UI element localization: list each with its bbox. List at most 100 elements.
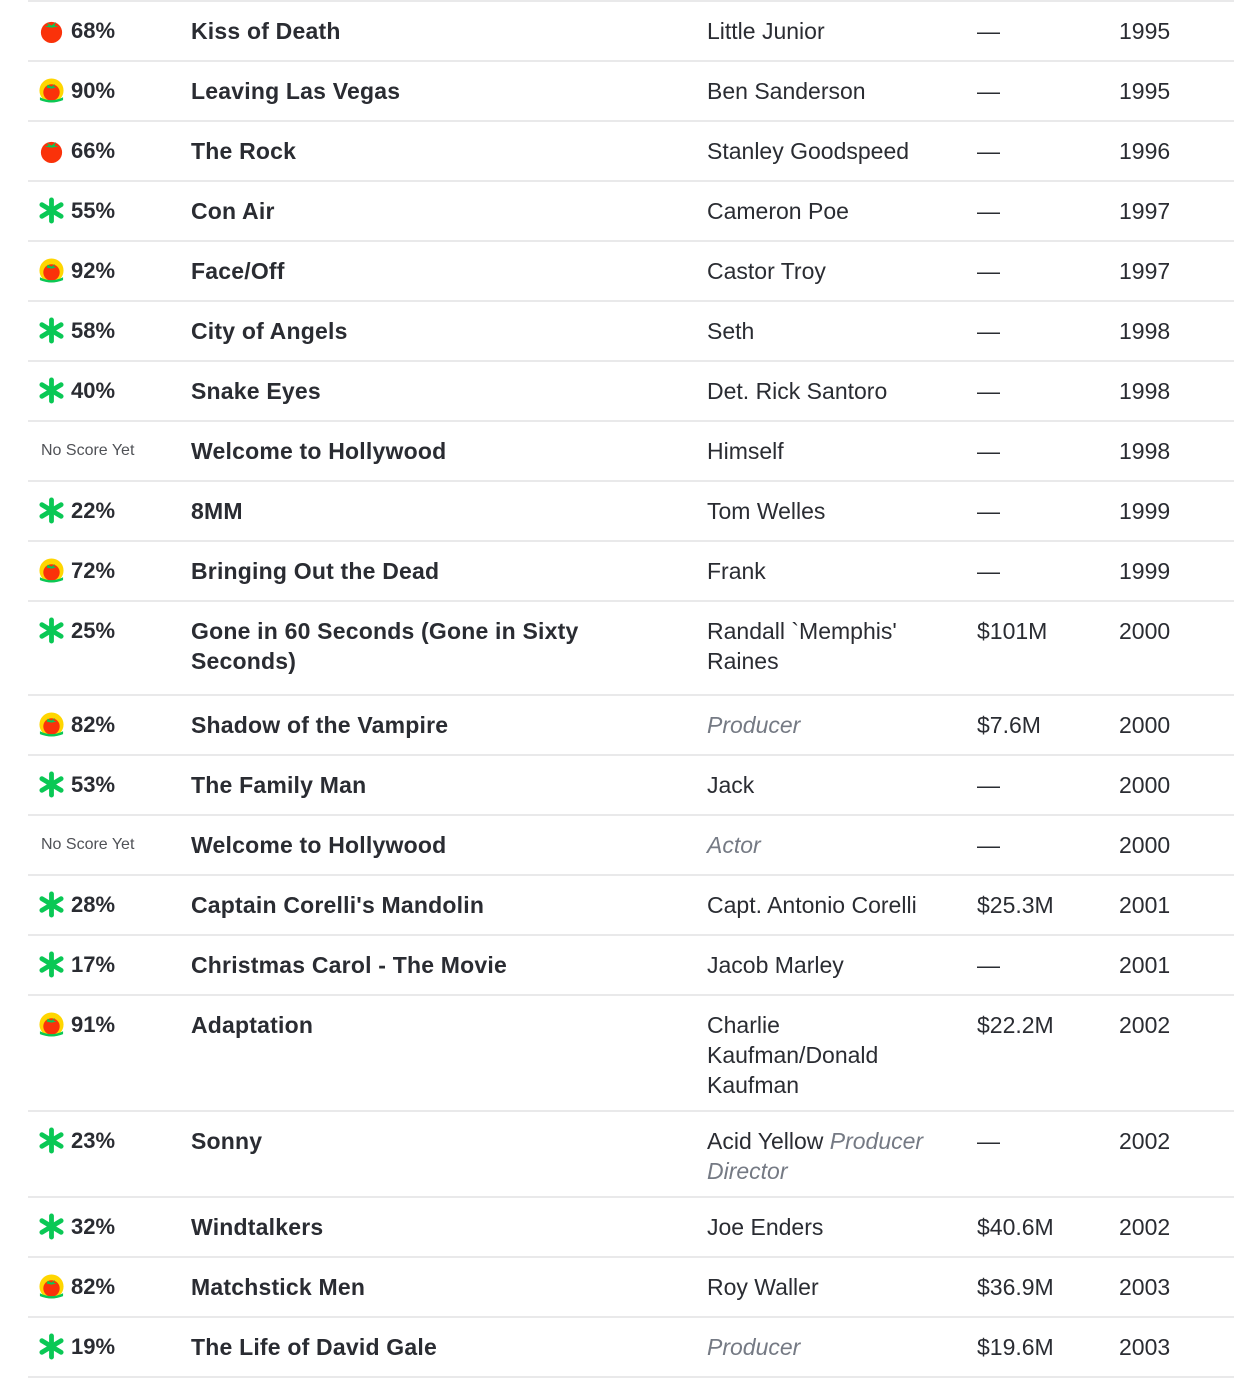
- score-cell: 32%: [38, 1212, 188, 1242]
- release-year: 1995: [1119, 78, 1171, 104]
- filmography-table: 68% Kiss of Death Little Junior — 1995 90% Lea…: [28, 0, 1234, 1378]
- tomato-icon: [38, 17, 65, 44]
- movie-title-link[interactable]: Face/Off: [191, 256, 631, 286]
- credit-cell: Det. Rick Santoro: [707, 376, 957, 406]
- table-row[interactable]: 19% The Life of David Gale Producer $19.6M 2…: [28, 1318, 1234, 1378]
- character-name: Seth: [707, 318, 755, 344]
- movie-title-link[interactable]: Christmas Carol - The Movie: [191, 950, 631, 980]
- table-row[interactable]: 68% Kiss of Death Little Junior — 1995: [28, 2, 1234, 62]
- movie-title-link[interactable]: Sonny: [191, 1126, 631, 1156]
- movie-title-link[interactable]: Kiss of Death: [191, 16, 631, 46]
- movie-title-link[interactable]: Shadow of the Vampire: [191, 710, 631, 740]
- table-row[interactable]: 66% The Rock Stanley Goodspeed — 1996: [28, 122, 1234, 182]
- table-row[interactable]: 55% Con Air Cameron Poe — 1997: [28, 182, 1234, 242]
- character-name: Tom Welles: [707, 498, 826, 524]
- character-name: Cameron Poe: [707, 198, 849, 224]
- box-office-value: —: [977, 1128, 1000, 1154]
- table-row[interactable]: 53% The Family Man Jack — 2000: [28, 756, 1234, 816]
- release-year: 2002: [1119, 1214, 1171, 1240]
- table-row[interactable]: 40% Snake Eyes Det. Rick Santoro — 1998: [28, 362, 1234, 422]
- credit-role: Producer: [707, 712, 801, 738]
- tomatometer-score: 82%: [71, 712, 116, 737]
- character-name: Ben Sanderson: [707, 78, 866, 104]
- box-office-value: $22.2M: [977, 1012, 1054, 1038]
- table-row[interactable]: 91% Adaptation Charlie Kaufman/Donald Kauf…: [28, 996, 1234, 1112]
- table-row[interactable]: 17% Christmas Carol - The Movie Jacob Marl…: [28, 936, 1234, 996]
- character-name: Charlie Kaufman/Donald Kaufman: [707, 1012, 879, 1098]
- table-row[interactable]: 58% City of Angels Seth — 1998: [28, 302, 1234, 362]
- character-name: Acid Yellow: [707, 1128, 824, 1154]
- movie-title-link[interactable]: City of Angels: [191, 316, 631, 346]
- character-name: Randall `Memphis' Raines: [707, 618, 897, 674]
- movie-title-link[interactable]: The Family Man: [191, 770, 631, 800]
- movie-title-link[interactable]: Adaptation: [191, 1010, 631, 1040]
- movie-title-link[interactable]: 8MM: [191, 496, 631, 526]
- table-row[interactable]: 28% Captain Corelli's Mandolin Capt. Anton…: [28, 876, 1234, 936]
- splat-icon: [38, 1126, 65, 1154]
- box-office-value: —: [977, 378, 1000, 404]
- release-year: 2001: [1119, 892, 1171, 918]
- score-cell: 19%: [38, 1332, 188, 1362]
- box-office-value: $19.6M: [977, 1334, 1054, 1360]
- movie-title-link[interactable]: Con Air: [191, 196, 631, 226]
- character-name: Little Junior: [707, 18, 825, 44]
- character-name: Jack: [707, 772, 755, 798]
- release-year: 1997: [1119, 198, 1171, 224]
- movie-title-link[interactable]: The Life of David Gale: [191, 1332, 631, 1362]
- character-name: Roy Waller: [707, 1274, 819, 1300]
- movie-title-link[interactable]: Matchstick Men: [191, 1272, 631, 1302]
- certified-fresh-icon: [38, 1273, 65, 1300]
- box-office-value: —: [977, 952, 1000, 978]
- box-office-value: —: [977, 438, 1000, 464]
- release-year: 1995: [1119, 18, 1171, 44]
- table-row[interactable]: No Score Yet Welcome to Hollywood Actor — 20…: [28, 816, 1234, 876]
- tomatometer-score: 23%: [71, 1128, 116, 1153]
- box-office-value: —: [977, 258, 1000, 284]
- credit-cell: Cameron Poe: [707, 196, 957, 226]
- box-office-value: —: [977, 198, 1000, 224]
- table-row[interactable]: 92% Face/Off Castor Troy — 1997: [28, 242, 1234, 302]
- certified-fresh-icon: [38, 77, 65, 104]
- score-cell: 22%: [38, 496, 188, 526]
- movie-title-link[interactable]: The Rock: [191, 136, 631, 166]
- tomatometer-score: 53%: [71, 772, 116, 797]
- score-cell: 90%: [38, 76, 188, 106]
- table-row[interactable]: 32% Windtalkers Joe Enders $40.6M 2002: [28, 1198, 1234, 1258]
- splat-icon: [38, 376, 65, 404]
- tomatometer-score: 25%: [71, 618, 116, 643]
- table-row[interactable]: 25% Gone in 60 Seconds (Gone in Sixty Sec…: [28, 602, 1234, 696]
- movie-title-link[interactable]: Gone in 60 Seconds (Gone in Sixty Second…: [191, 616, 631, 676]
- table-row[interactable]: 90% Leaving Las Vegas Ben Sanderson — 1995: [28, 62, 1234, 122]
- box-office-value: $7.6M: [977, 712, 1041, 738]
- score-cell: 91%: [38, 1010, 188, 1040]
- movie-title-link[interactable]: Snake Eyes: [191, 376, 631, 406]
- movie-title-link[interactable]: Bringing Out the Dead: [191, 556, 631, 586]
- release-year: 2001: [1119, 952, 1171, 978]
- movie-title-link[interactable]: Windtalkers: [191, 1212, 631, 1242]
- certified-fresh-icon: [38, 257, 65, 284]
- character-name: Frank: [707, 558, 766, 584]
- tomatometer-score: 58%: [71, 318, 116, 343]
- splat-icon: [38, 316, 65, 344]
- release-year: 1998: [1119, 438, 1171, 464]
- credit-cell: Castor Troy: [707, 256, 957, 286]
- table-row[interactable]: No Score Yet Welcome to Hollywood Himself —…: [28, 422, 1234, 482]
- movie-title-link[interactable]: Captain Corelli's Mandolin: [191, 890, 631, 920]
- tomatometer-score: 22%: [71, 498, 116, 523]
- table-row[interactable]: 72% Bringing Out the Dead Frank — 1999: [28, 542, 1234, 602]
- movie-title-link[interactable]: Leaving Las Vegas: [191, 76, 631, 106]
- table-row[interactable]: 82% Matchstick Men Roy Waller $36.9M 2003: [28, 1258, 1234, 1318]
- credit-cell: Frank: [707, 556, 957, 586]
- table-row[interactable]: 23% Sonny Acid Yellow Producer Director — 20…: [28, 1112, 1234, 1198]
- tomatometer-score: 66%: [71, 138, 116, 163]
- movie-title-link[interactable]: Welcome to Hollywood: [191, 436, 631, 466]
- tomatometer-score: 92%: [71, 258, 116, 283]
- splat-icon: [38, 1332, 65, 1360]
- table-row[interactable]: 22% 8MM Tom Welles — 1999: [28, 482, 1234, 542]
- splat-icon: [38, 496, 65, 524]
- table-row[interactable]: 82% Shadow of the Vampire Producer $7.6M 200…: [28, 696, 1234, 756]
- score-cell: 72%: [38, 556, 188, 586]
- splat-icon: [38, 770, 65, 798]
- movie-title-link[interactable]: Welcome to Hollywood: [191, 830, 631, 860]
- release-year: 1998: [1119, 378, 1171, 404]
